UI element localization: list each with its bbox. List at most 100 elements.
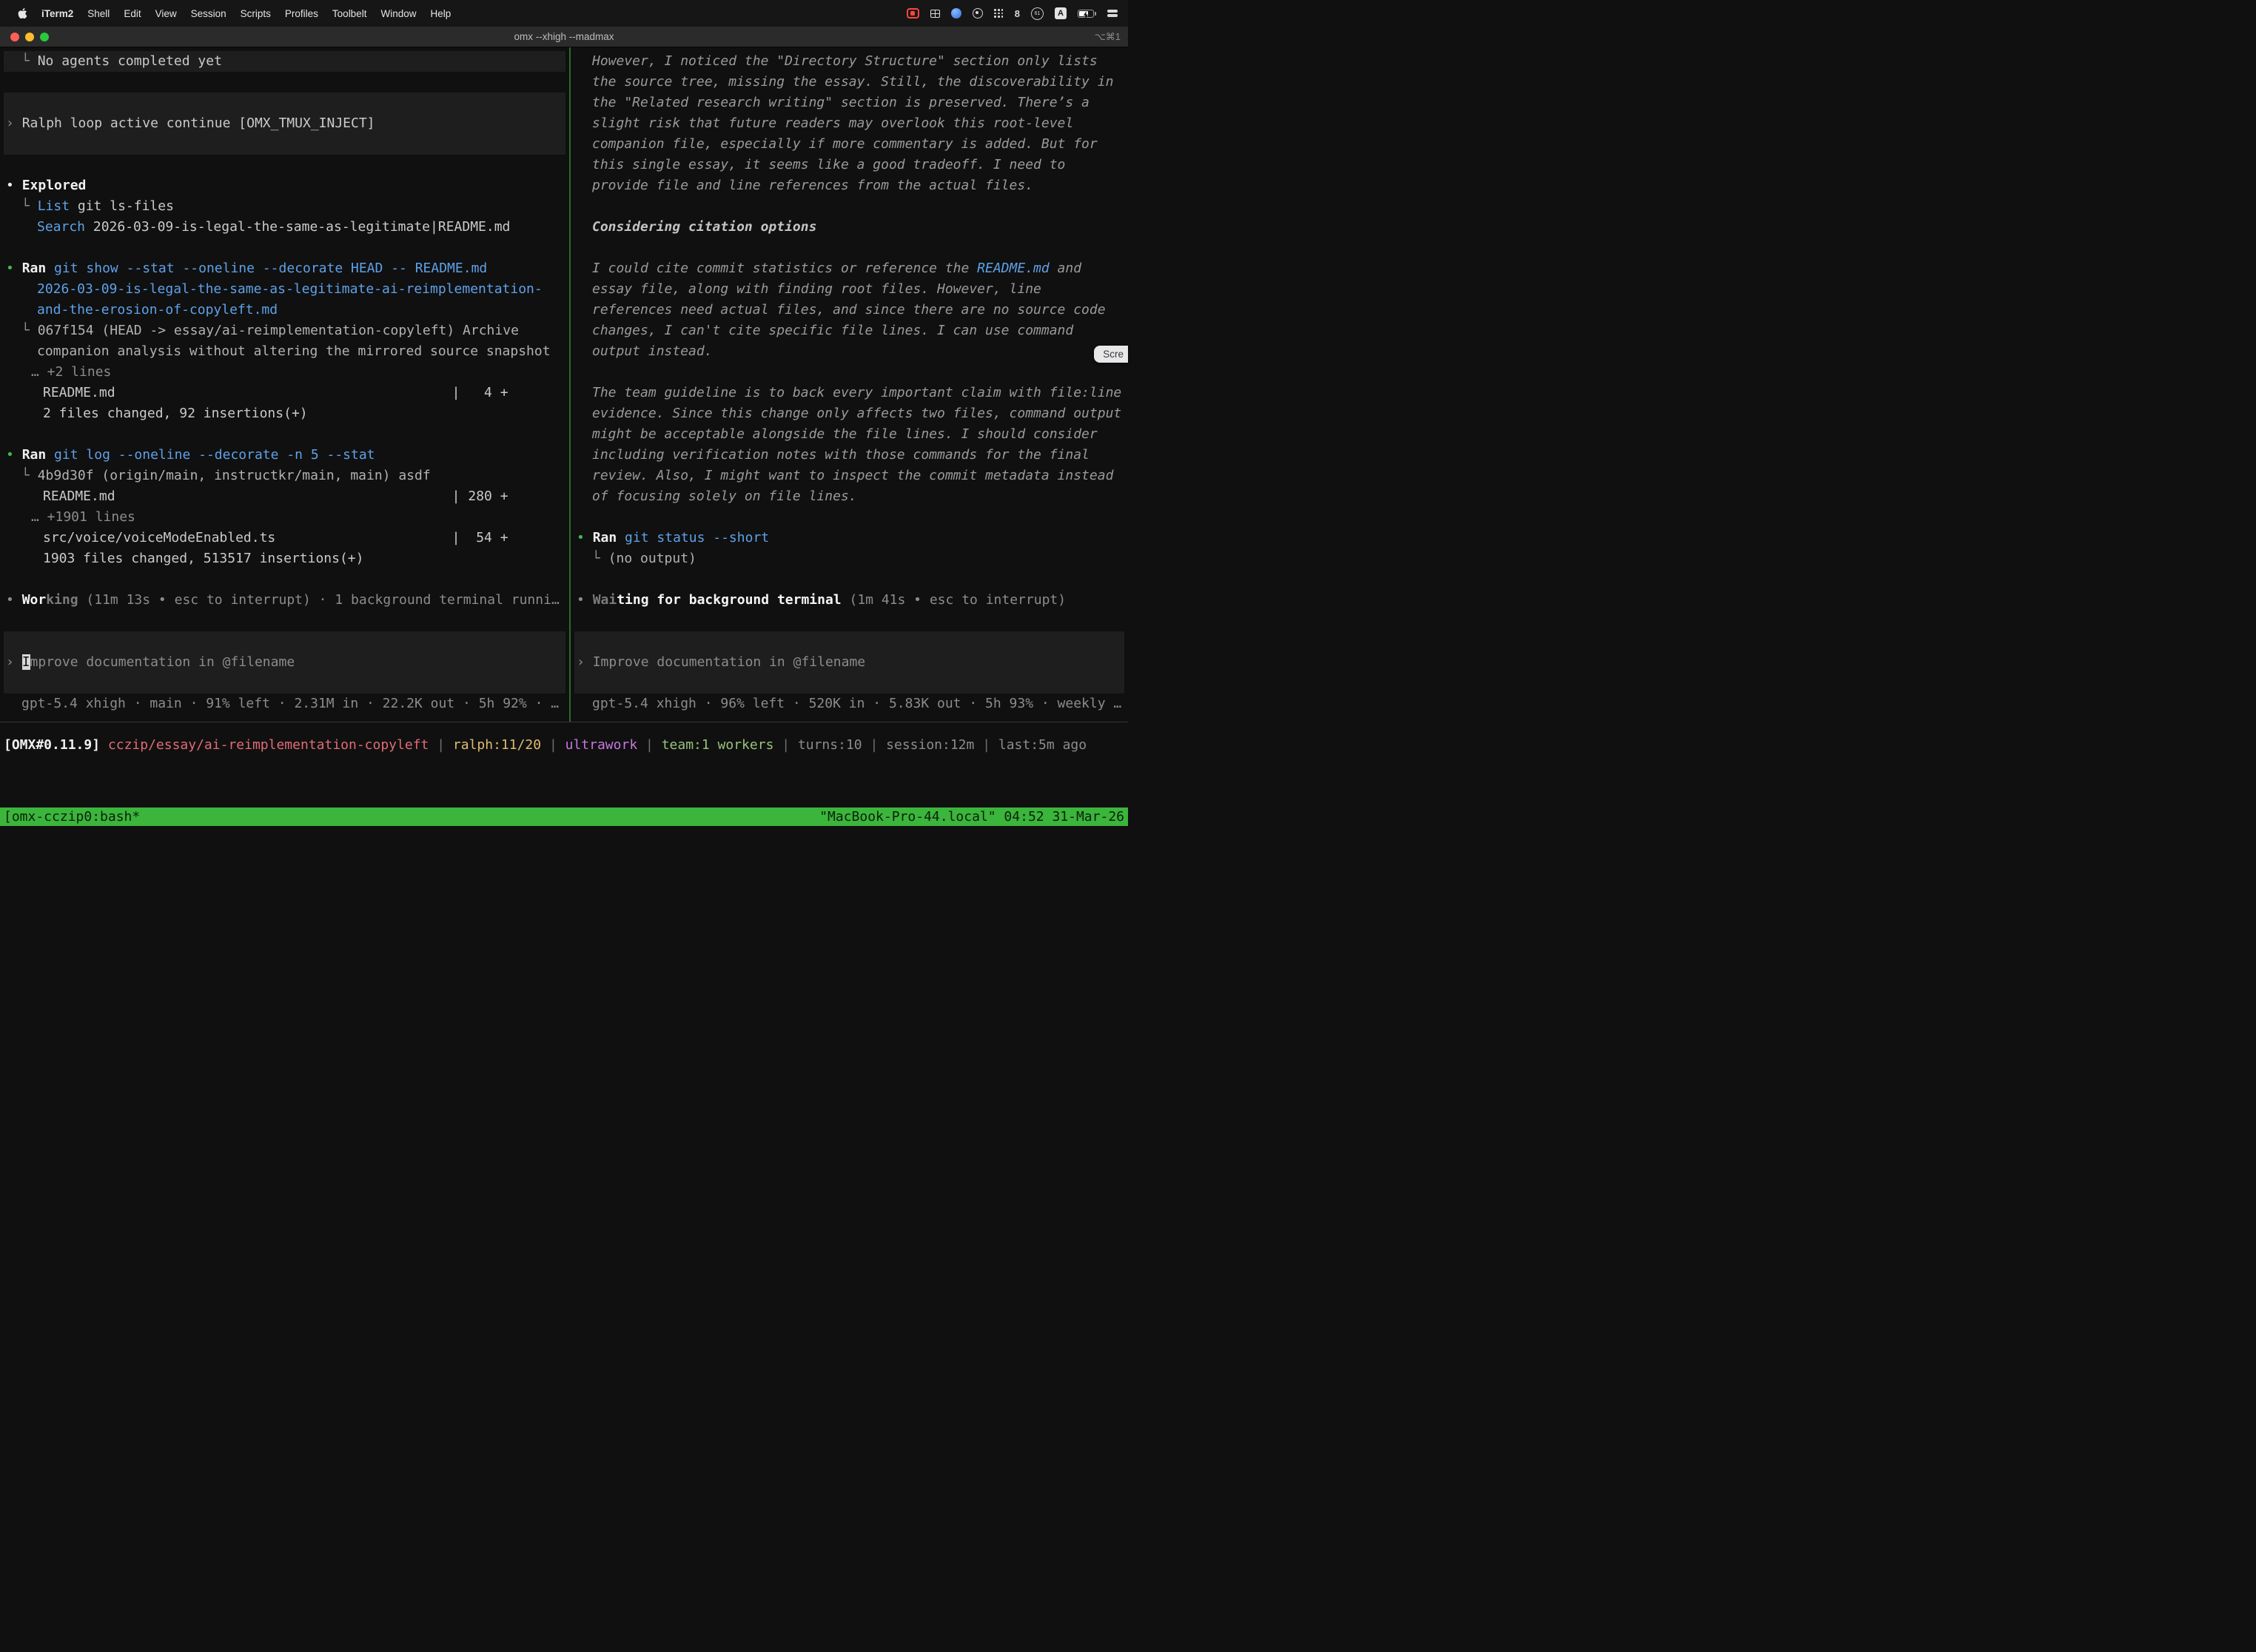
menu-item-iterm2[interactable]: iTerm2 <box>41 8 73 19</box>
menu-item-toolbelt[interactable]: Toolbelt <box>332 8 367 19</box>
terminal-line: • Ran git log --oneline --decorate -n 5 … <box>0 445 569 466</box>
figure8-app-icon[interactable]: 8 <box>1015 8 1020 19</box>
terminal-line: └ 4b9d30f (origin/main, instructkr/main,… <box>0 466 569 486</box>
terminal-line: └ List git ls-files <box>0 196 569 217</box>
terminal-line: README.md | 280 + <box>0 486 569 507</box>
terminal-line: src/voice/voiceModeEnabled.ts | 54 + <box>0 528 569 548</box>
terminal-line <box>4 134 565 155</box>
terminal-line: of focusing solely on file lines. <box>571 486 1128 507</box>
terminal-panes: └ No agents completed yet › Ralph loop ac… <box>0 47 1128 722</box>
terminal-line: essay file, along with finding root file… <box>571 279 1128 300</box>
terminal-line: the source tree, missing the essay. Stil… <box>571 72 1128 93</box>
terminal-line: 2 files changed, 92 insertions(+) <box>0 403 569 424</box>
menu-item-shell[interactable]: Shell <box>87 8 110 19</box>
terminal-line: • Waiting for background terminal (1m 41… <box>571 590 1128 611</box>
terminal-line: 1903 files changed, 513517 insertions(+) <box>0 548 569 569</box>
terminal-line <box>574 631 1124 652</box>
screen-overlay-chip[interactable]: Scre <box>1094 346 1128 363</box>
window-title-bar: omx --xhigh --madmax ⌥⌘1 <box>0 27 1128 47</box>
terminal-line <box>571 611 1128 631</box>
tmux-session-label: [omx-cczip0:bash* <box>4 807 140 826</box>
screen: iTerm2 Shell Edit View Session Scripts Profile… <box>0 0 1128 826</box>
terminal-line: this single essay, it seems like a good … <box>571 155 1128 175</box>
menu-items: iTerm2 Shell Edit View Session Scripts Profile… <box>41 8 451 19</box>
terminal-line: The team guideline is to back every impo… <box>571 383 1128 403</box>
terminal-line: the "Related research writing" section i… <box>571 93 1128 113</box>
terminal-line <box>571 507 1128 528</box>
terminal-line: Search 2026-03-09-is-legal-the-same-as-l… <box>0 217 569 238</box>
terminal-line: gpt-5.4 xhigh · 96% left · 520K in · 5.8… <box>571 694 1128 714</box>
terminal-line <box>4 93 565 113</box>
terminal-line <box>0 569 569 590</box>
menu-item-view[interactable]: View <box>155 8 177 19</box>
tab-shortcut-label: ⌥⌘1 <box>1095 27 1121 47</box>
terminal-line: … +1901 lines <box>0 507 569 528</box>
terminal-line: output instead. <box>571 341 1128 362</box>
terminal-line: including verification notes with those … <box>571 445 1128 466</box>
menu-item-edit[interactable]: Edit <box>124 8 141 19</box>
terminal-line: › Ralph loop active continue [OMX_TMUX_I… <box>4 113 565 134</box>
terminal-line: └ (no output) <box>571 548 1128 569</box>
gauge-icon[interactable]: 61 <box>1031 7 1044 20</box>
terminal-line: • Ran git show --stat --oneline --decora… <box>0 258 569 279</box>
menu-item-window[interactable]: Window <box>380 8 416 19</box>
terminal-line <box>0 72 569 93</box>
terminal-line: and-the-erosion-of-copyleft.md <box>0 300 569 320</box>
menu-item-help[interactable]: Help <box>430 8 451 19</box>
terminal-line <box>0 611 569 631</box>
input-source-icon[interactable]: A <box>1055 7 1067 19</box>
battery-icon[interactable] <box>1078 10 1094 18</box>
menu-item-profiles[interactable]: Profiles <box>285 8 318 19</box>
tmux-host-time-label: "MacBook-Pro-44.local" 04:52 31-Mar-26 <box>819 807 1124 826</box>
terminal-line: Considering citation options <box>571 217 1128 238</box>
terminal-line: changes, I can't cite specific file line… <box>571 320 1128 341</box>
terminal-line: evidence. Since this change only affects… <box>571 403 1128 424</box>
terminal-line: companion file, especially if more comme… <box>571 134 1128 155</box>
window-title: omx --xhigh --madmax <box>0 27 1128 47</box>
terminal-line: … +2 lines <box>0 362 569 383</box>
terminal-line: └ 067f154 (HEAD -> essay/ai-reimplementa… <box>0 320 569 341</box>
terminal-line: README.md | 4 + <box>0 383 569 403</box>
terminal-line <box>574 673 1124 694</box>
menu-item-session[interactable]: Session <box>191 8 226 19</box>
terminal-line: • Explored <box>0 175 569 196</box>
terminal-line: slight risk that future readers may over… <box>571 113 1128 134</box>
terminal-line: gpt-5.4 xhigh · main · 91% left · 2.31M … <box>0 694 569 714</box>
terminal-line <box>0 238 569 258</box>
right-agent-pane[interactable]: However, I noticed the "Directory Struct… <box>571 47 1128 722</box>
dark-app-icon[interactable] <box>973 8 983 19</box>
left-agent-pane[interactable]: └ No agents completed yet › Ralph loop ac… <box>0 47 569 722</box>
terminal-line <box>4 631 565 652</box>
terminal-line: review. Also, I might want to inspect th… <box>571 466 1128 486</box>
battery-tip <box>1095 12 1096 16</box>
menu-bar: iTerm2 Shell Edit View Session Scripts Profile… <box>0 0 1128 27</box>
terminal-line <box>571 362 1128 383</box>
terminal-line: [OMX#0.11.9] cczip/essay/ai-reimplementa… <box>0 735 1128 756</box>
control-center-icon[interactable] <box>1107 10 1118 17</box>
terminal-line <box>571 569 1128 590</box>
terminal-line: However, I noticed the "Directory Struct… <box>571 51 1128 72</box>
menu-bar-left: iTerm2 Shell Edit View Session Scripts Profile… <box>0 7 451 19</box>
window-grid-icon[interactable] <box>930 10 940 18</box>
blue-app-icon[interactable] <box>951 8 961 19</box>
terminal-line: 2026-03-09-is-legal-the-same-as-legitima… <box>0 279 569 300</box>
omx-status-bar: [OMX#0.11.9] cczip/essay/ai-reimplementa… <box>0 735 1128 756</box>
terminal-line: companion analysis without altering the … <box>0 341 569 362</box>
terminal-line: └ No agents completed yet <box>4 51 565 72</box>
terminal-line <box>0 155 569 175</box>
terminal-line: • Ran git status --short <box>571 528 1128 548</box>
terminal-line: I could cite commit statistics or refere… <box>571 258 1128 279</box>
terminal-line <box>571 196 1128 217</box>
prompt-input[interactable]: › Improve documentation in @filename <box>574 652 1124 673</box>
terminal-line: references need actual files, and since … <box>571 300 1128 320</box>
terminal-line: might be acceptable alongside the file l… <box>571 424 1128 445</box>
terminal-line <box>4 673 565 694</box>
prompt-input[interactable]: › Improve documentation in @filename <box>4 652 565 673</box>
apple-menu-icon[interactable] <box>18 7 27 19</box>
screen-recording-indicator-icon[interactable] <box>907 8 919 19</box>
dots-grid-icon[interactable] <box>994 9 1004 19</box>
menu-item-scripts[interactable]: Scripts <box>241 8 271 19</box>
tmux-status-bar: [omx-cczip0:bash* "MacBook-Pro-44.local"… <box>0 807 1128 826</box>
terminal-line <box>571 238 1128 258</box>
terminal-line: • Working (11m 13s • esc to interrupt) ·… <box>0 590 569 611</box>
